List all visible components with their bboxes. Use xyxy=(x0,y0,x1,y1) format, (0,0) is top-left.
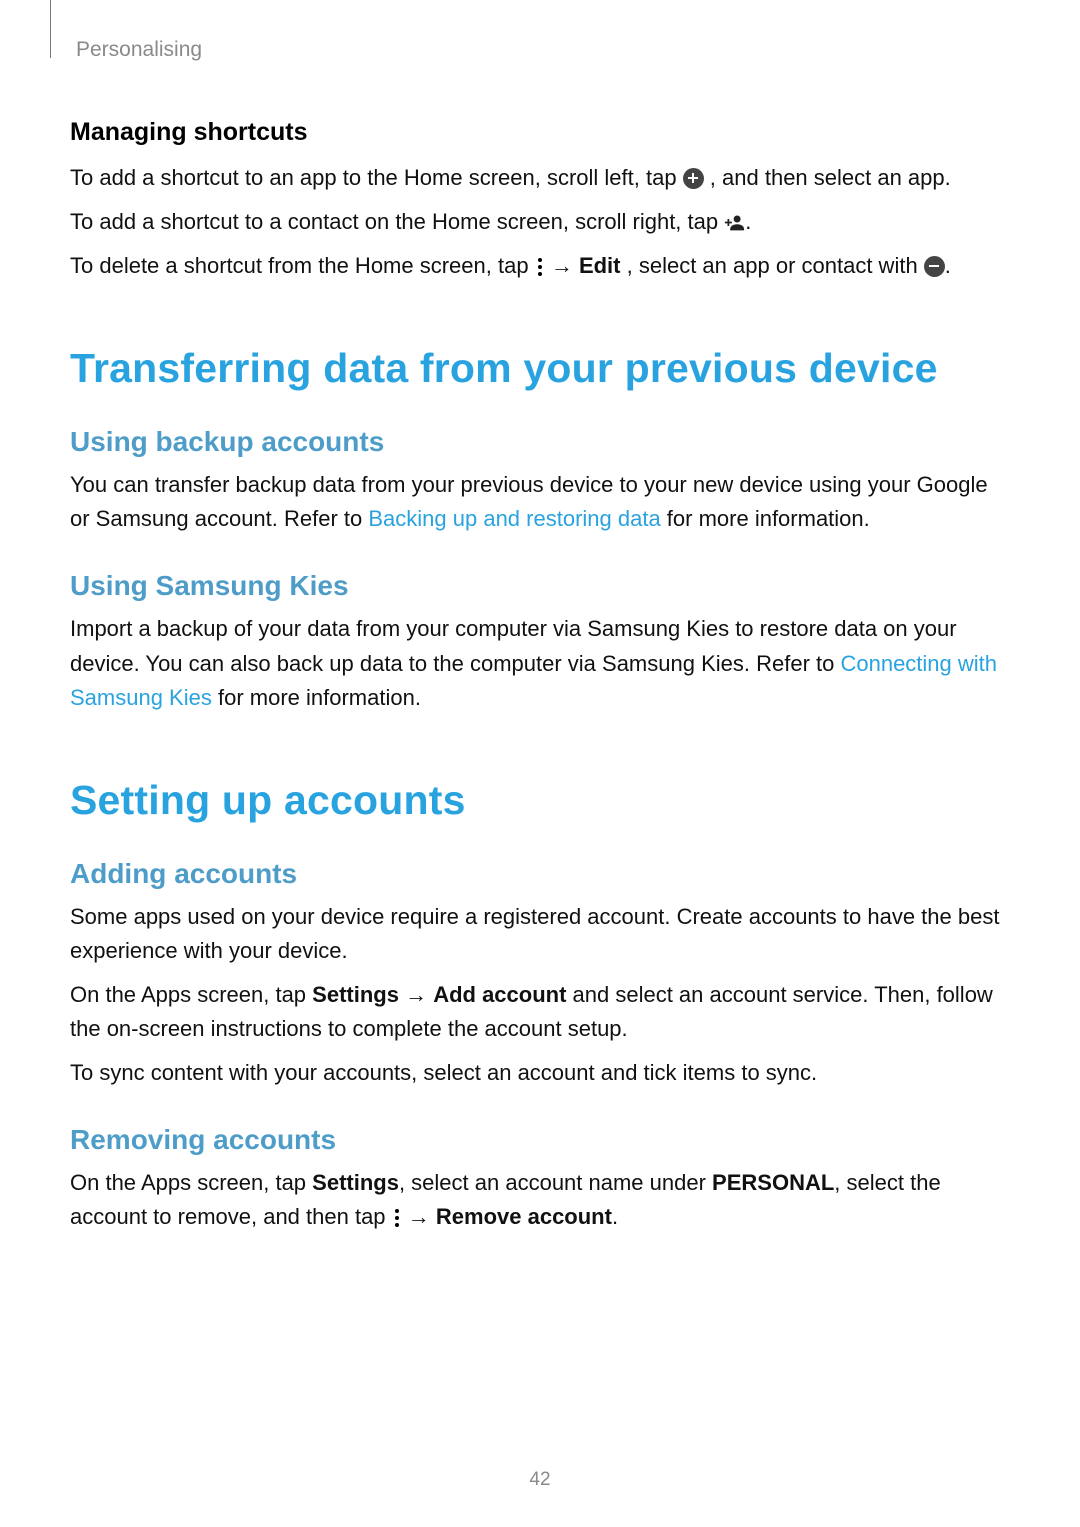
add-app-icon xyxy=(683,168,704,189)
arrow-right: → xyxy=(402,1204,436,1229)
text: , and then select an app. xyxy=(710,165,951,190)
heading-adding-accounts: Adding accounts xyxy=(70,858,1010,890)
settings-label: Settings xyxy=(312,1170,399,1195)
shortcuts-p1: To add a shortcut to an app to the Home … xyxy=(70,161,1010,195)
more-options-icon xyxy=(535,256,545,277)
text: To add a shortcut to a contact on the Ho… xyxy=(70,209,724,234)
text: for more information. xyxy=(661,506,870,531)
text: Import a backup of your data from your c… xyxy=(70,616,957,675)
heading-using-samsung-kies: Using Samsung Kies xyxy=(70,570,1010,602)
page-content: Managing shortcuts To add a shortcut to … xyxy=(70,118,1010,1234)
heading-managing-shortcuts: Managing shortcuts xyxy=(70,118,1010,147)
adding-p1: Some apps used on your device require a … xyxy=(70,900,1010,968)
more-options-icon xyxy=(392,1207,402,1228)
shortcuts-p3: To delete a shortcut from the Home scree… xyxy=(70,249,1010,283)
text: for more information. xyxy=(212,685,421,710)
adding-p2: On the Apps screen, tap Settings → Add a… xyxy=(70,978,1010,1046)
running-head: Personalising xyxy=(76,38,1010,62)
heading-setting-up-accounts: Setting up accounts xyxy=(70,777,1010,824)
heading-removing-accounts: Removing accounts xyxy=(70,1124,1010,1156)
settings-label: Settings xyxy=(312,982,399,1007)
link-backing-up-restoring[interactable]: Backing up and restoring data xyxy=(368,506,660,531)
add-account-label: Add account xyxy=(433,982,566,1007)
shortcuts-p2: To add a shortcut to a contact on the Ho… xyxy=(70,205,1010,239)
page-number: 42 xyxy=(0,1469,1080,1491)
arrow-right: → xyxy=(399,982,433,1007)
remove-account-label: Remove account xyxy=(436,1204,612,1229)
text: . xyxy=(612,1204,618,1229)
edit-label: Edit xyxy=(579,253,621,278)
removing-p1: On the Apps screen, tap Settings, select… xyxy=(70,1166,1010,1234)
text: . xyxy=(945,253,951,278)
text: On the Apps screen, tap xyxy=(70,1170,312,1195)
heading-transferring-data: Transferring data from your previous dev… xyxy=(70,345,1010,392)
text: To delete a shortcut from the Home scree… xyxy=(70,253,535,278)
manual-page: Personalising Managing shortcuts To add … xyxy=(0,0,1080,1527)
text: . xyxy=(745,209,751,234)
backup-p1: You can transfer backup data from your p… xyxy=(70,468,1010,536)
text: On the Apps screen, tap xyxy=(70,982,312,1007)
adding-p3: To sync content with your accounts, sele… xyxy=(70,1056,1010,1090)
personal-label: PERSONAL xyxy=(712,1170,834,1195)
text: To add a shortcut to an app to the Home … xyxy=(70,165,683,190)
kies-p1: Import a backup of your data from your c… xyxy=(70,612,1010,714)
text: , select an account name under xyxy=(399,1170,712,1195)
header-rule xyxy=(0,0,51,58)
add-contact-icon xyxy=(724,212,745,233)
remove-icon xyxy=(924,256,945,277)
text: , select an app or contact with xyxy=(627,253,924,278)
heading-using-backup-accounts: Using backup accounts xyxy=(70,426,1010,458)
arrow-right: → xyxy=(551,253,579,278)
